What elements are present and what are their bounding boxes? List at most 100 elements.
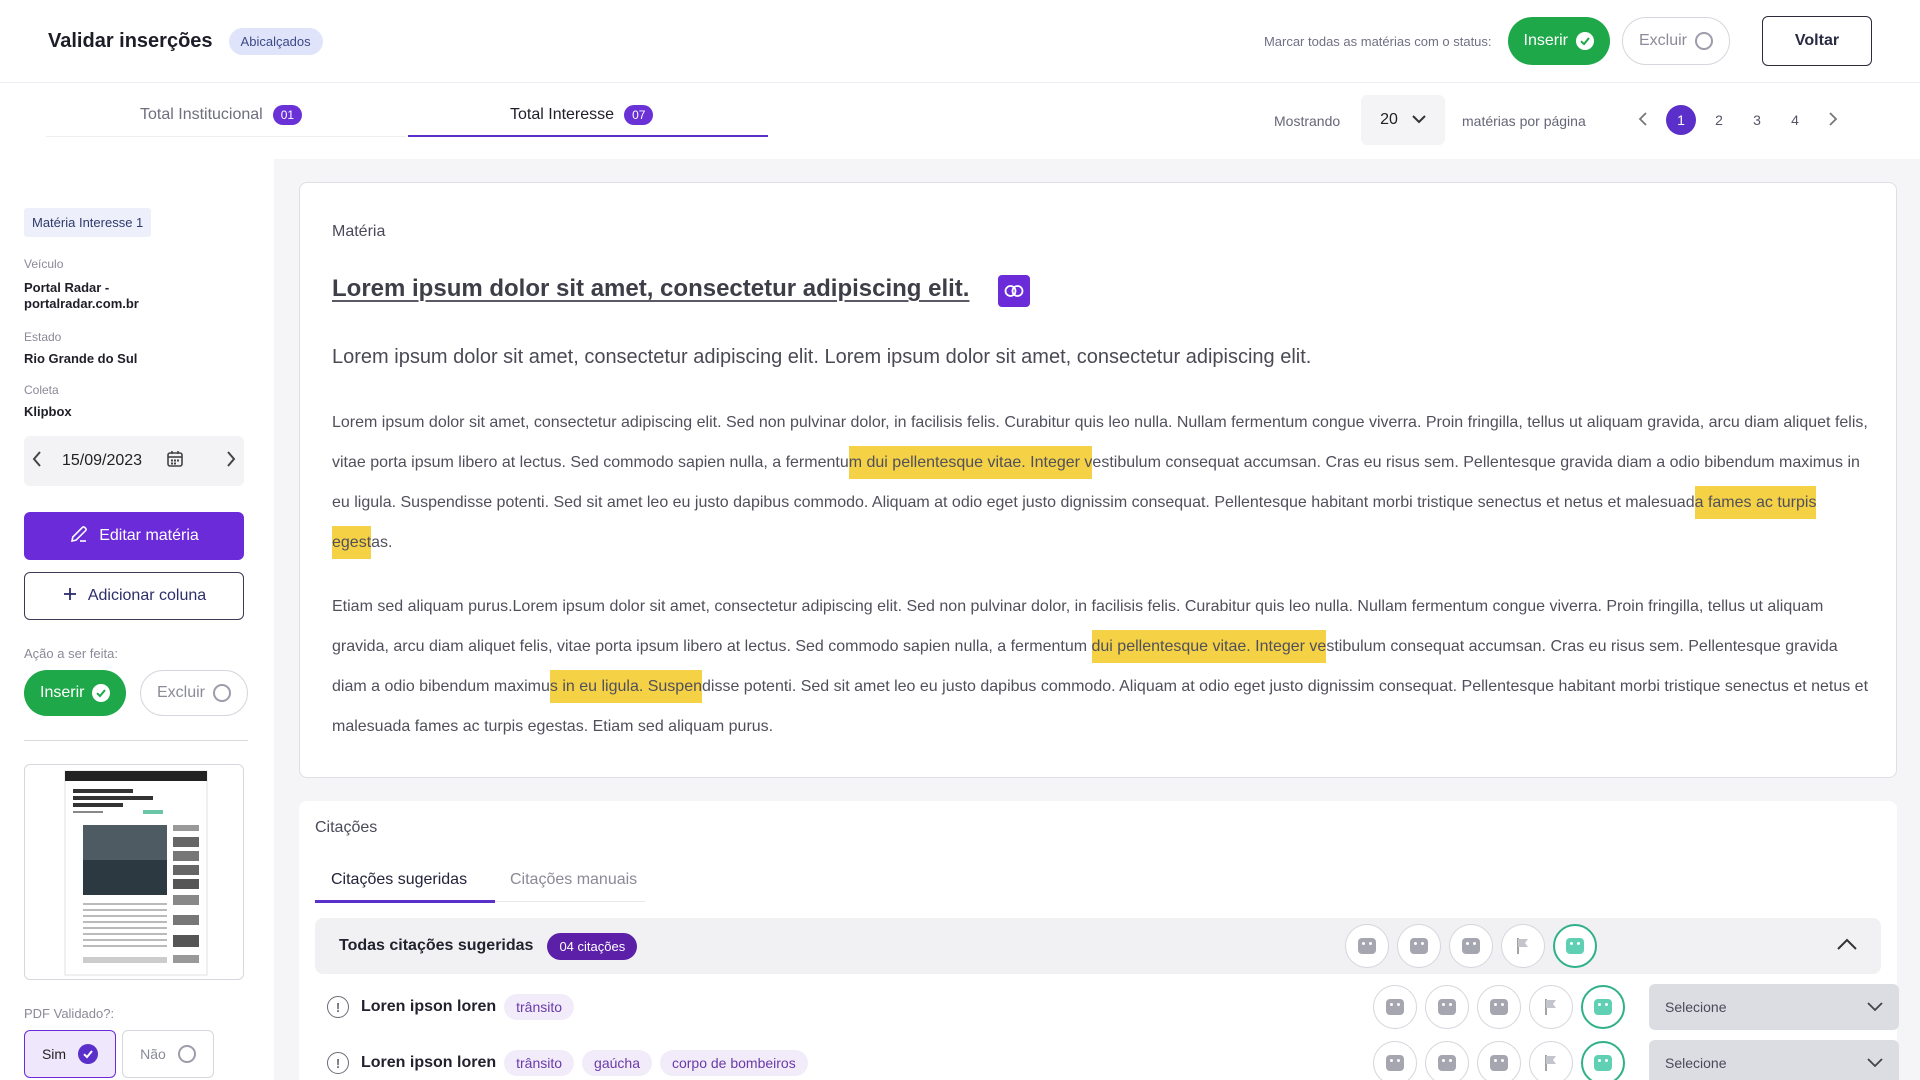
active-tab-indicator bbox=[408, 135, 768, 137]
sad-face-icon bbox=[1490, 999, 1508, 1015]
radio-empty-icon bbox=[213, 684, 232, 702]
vehicle-label: Veículo bbox=[24, 257, 64, 271]
link-icon[interactable] bbox=[998, 275, 1030, 307]
chevron-up-icon[interactable] bbox=[1837, 937, 1857, 955]
prev-date-icon[interactable] bbox=[32, 450, 42, 472]
radio-empty-icon bbox=[177, 1045, 196, 1063]
date-value[interactable]: 15/09/2023 bbox=[62, 452, 142, 470]
highlighted-text: dui pellentesque vitae. Integer ve bbox=[1091, 630, 1327, 663]
tab-count-badge: 07 bbox=[624, 105, 654, 125]
flag-button[interactable] bbox=[1529, 1041, 1573, 1080]
neutral-sentiment-button[interactable] bbox=[1425, 985, 1469, 1029]
citation-select[interactable]: Selecione bbox=[1649, 984, 1899, 1030]
tab-total-interesse[interactable]: Total Interesse 07 bbox=[510, 105, 654, 125]
group-sentiment-buttons bbox=[1345, 924, 1597, 968]
article-title-link[interactable]: Lorem ipsum dolor sit amet, consectetur … bbox=[332, 275, 969, 303]
back-button[interactable]: Voltar bbox=[1762, 16, 1872, 66]
sidebar-divider bbox=[24, 740, 248, 741]
next-date-icon[interactable] bbox=[226, 450, 236, 472]
citation-select[interactable]: Selecione bbox=[1649, 1040, 1899, 1080]
chevron-down-icon bbox=[1412, 111, 1426, 129]
edit-materia-button[interactable]: Editar matéria bbox=[24, 512, 244, 560]
state-label: Estado bbox=[24, 330, 62, 344]
pdf-no-label: Não bbox=[140, 1046, 166, 1062]
negative-sentiment-button[interactable] bbox=[1477, 1041, 1521, 1080]
citation-title: Loren ipson loren bbox=[361, 1054, 497, 1071]
neutral-sentiment-button[interactable] bbox=[1425, 1041, 1469, 1080]
citation-tag: trânsito bbox=[504, 994, 575, 1020]
collection-label: Coleta bbox=[24, 383, 59, 397]
mark-all-insert-button[interactable]: Inserir bbox=[1507, 17, 1610, 65]
exclude-label: Excluir bbox=[1638, 32, 1687, 49]
add-column-label: Adicionar coluna bbox=[87, 587, 207, 604]
undefined-sentiment-button[interactable] bbox=[1581, 985, 1625, 1029]
undefined-sentiment-button[interactable] bbox=[1581, 1041, 1625, 1080]
citation-tag: corpo de bombeiros bbox=[659, 1050, 808, 1076]
row-sentiment-buttons bbox=[1373, 985, 1625, 1029]
calendar-icon[interactable] bbox=[166, 450, 184, 473]
negative-sentiment-button[interactable] bbox=[1449, 924, 1493, 968]
positive-sentiment-button[interactable] bbox=[1373, 1041, 1417, 1080]
action-exclude-button[interactable]: Excluir bbox=[140, 670, 249, 716]
undefined-sentiment-button[interactable] bbox=[1553, 924, 1597, 968]
article-paragraph-1: Lorem ipsum dolor sit amet, consectetur … bbox=[332, 403, 1872, 563]
page-3-button[interactable]: 3 bbox=[1742, 112, 1772, 128]
citations-card: Citações Citações sugeridas Citações man… bbox=[299, 801, 1899, 1080]
tab-manual-citations[interactable]: Citações manuais bbox=[510, 871, 637, 889]
collection-value: Klipbox bbox=[24, 404, 72, 419]
active-tab-indicator bbox=[315, 900, 495, 903]
pdf-no-option[interactable]: Não bbox=[122, 1030, 214, 1078]
row-sentiment-buttons bbox=[1373, 1041, 1625, 1080]
pdf-validated-label: PDF Validado?: bbox=[24, 1006, 115, 1021]
page-2-button[interactable]: 2 bbox=[1704, 112, 1734, 128]
state-value: Rio Grande do Sul bbox=[24, 351, 138, 366]
exclude-label: Excluir bbox=[157, 684, 206, 701]
chevron-down-icon bbox=[1867, 999, 1883, 1015]
add-column-button[interactable]: Adicionar coluna bbox=[24, 572, 244, 620]
flag-button[interactable] bbox=[1501, 924, 1545, 968]
per-page-select[interactable]: 20 bbox=[1361, 95, 1445, 145]
tab-count-badge: 01 bbox=[272, 105, 303, 125]
mark-all-exclude-button[interactable]: Excluir bbox=[1621, 17, 1730, 65]
neutral-sentiment-button[interactable] bbox=[1397, 924, 1441, 968]
check-icon bbox=[1575, 32, 1594, 50]
positive-sentiment-button[interactable] bbox=[1345, 924, 1389, 968]
bulk-status-controls: Marcar todas as matérias com o status: I… bbox=[1264, 16, 1872, 66]
next-page-icon[interactable] bbox=[1818, 111, 1848, 129]
pdf-yes-label: Sim bbox=[41, 1046, 67, 1062]
tab-total-institucional[interactable]: Total Institucional 01 bbox=[140, 105, 303, 125]
tab-divider bbox=[46, 136, 406, 137]
sidebar: Matéria Interesse 1 Veículo Portal Radar… bbox=[0, 159, 274, 1080]
per-page-value: 20 bbox=[1380, 111, 1398, 128]
pencil-icon bbox=[69, 524, 89, 549]
happy-face-icon bbox=[1386, 1055, 1404, 1071]
check-icon bbox=[92, 684, 111, 702]
tab-suggested-citations[interactable]: Citações sugeridas bbox=[331, 871, 467, 889]
minus-face-icon bbox=[1566, 938, 1584, 954]
date-picker: 15/09/2023 bbox=[24, 436, 244, 486]
citations-count-badge: 04 citações bbox=[547, 932, 638, 960]
materia-chip: Matéria Interesse 1 bbox=[24, 208, 152, 237]
flag-button[interactable] bbox=[1529, 985, 1573, 1029]
page-4-button[interactable]: 4 bbox=[1780, 112, 1810, 128]
article-paragraph-2: Etiam sed aliquam purus.Lorem ipsum dolo… bbox=[332, 587, 1872, 747]
prev-page-icon[interactable] bbox=[1628, 111, 1658, 129]
tab-divider bbox=[495, 901, 645, 902]
citation-row: ! Loren ipson loren trânsito Selecione bbox=[315, 979, 1899, 1035]
positive-sentiment-button[interactable] bbox=[1373, 985, 1417, 1029]
sad-face-icon bbox=[1462, 938, 1480, 954]
alert-icon: ! bbox=[327, 996, 349, 1018]
page-title: Validar inserções bbox=[48, 29, 213, 52]
pdf-thumbnail[interactable] bbox=[24, 764, 244, 980]
article-subtitle: Lorem ipsum dolor sit amet, consectetur … bbox=[332, 346, 1312, 368]
negative-sentiment-button[interactable] bbox=[1477, 985, 1521, 1029]
action-insert-button[interactable]: Inserir bbox=[24, 670, 127, 716]
action-label: Ação a ser feita: bbox=[24, 646, 118, 661]
select-value: Selecione bbox=[1665, 1055, 1727, 1071]
neutral-face-icon bbox=[1438, 1055, 1456, 1071]
mark-all-label: Marcar todas as matérias com o status: bbox=[1263, 33, 1492, 49]
showing-label: Mostrando bbox=[1274, 113, 1341, 129]
page-1-button[interactable]: 1 bbox=[1666, 105, 1696, 135]
pdf-yes-option[interactable]: Sim bbox=[24, 1030, 116, 1078]
sad-face-icon bbox=[1490, 1055, 1508, 1071]
